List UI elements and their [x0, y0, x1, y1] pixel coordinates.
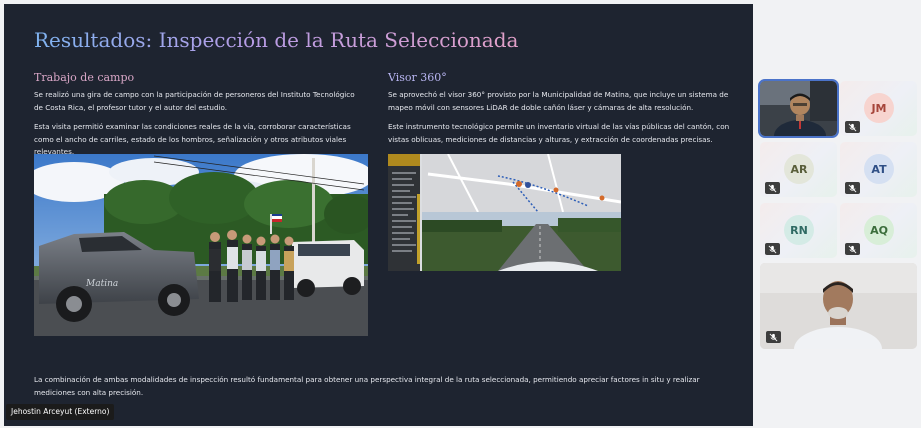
- participant-video-active[interactable]: [758, 79, 839, 138]
- conclusion-paragraph: La combinación de ambas modalidades de i…: [34, 375, 700, 397]
- presenter-name-tag: Jehostin Arceyut (Externo): [6, 404, 115, 420]
- visor-360-illustration: [388, 154, 621, 271]
- microphone-muted-icon: [845, 243, 860, 255]
- field-work-paragraph-2: Esta visita permitió examinar las condic…: [34, 122, 351, 156]
- shared-slide: Resultados: Inspección de la Ruta Selecc…: [4, 4, 753, 426]
- participant-tile-ar[interactable]: AR: [760, 142, 837, 197]
- visor-paragraph-2: Este instrumento tecnológico permite un …: [388, 122, 730, 144]
- field-work-heading: Trabajo de campo: [34, 71, 135, 84]
- participant-avatar: AT: [864, 154, 894, 184]
- visor-360-screenshot: [388, 154, 621, 271]
- participant-avatar: RN: [784, 215, 814, 245]
- participant-video-large[interactable]: [760, 263, 917, 349]
- microphone-muted-icon: [845, 182, 860, 194]
- truck-logo-text: Matina: [85, 279, 118, 289]
- microphone-muted-icon: [765, 182, 780, 194]
- microphone-muted-icon: [845, 121, 860, 133]
- participant-avatar: AR: [784, 154, 814, 184]
- meeting-stage: Resultados: Inspección de la Ruta Selecc…: [0, 0, 921, 428]
- visor-paragraph-1: Se aprovechó el visor 360° provisto por …: [388, 90, 729, 112]
- participant-avatar: AQ: [864, 215, 894, 245]
- field-trip-photo: Matina: [34, 154, 368, 336]
- microphone-muted-icon: [766, 331, 781, 343]
- participant-tile-rn[interactable]: RN: [760, 203, 837, 258]
- participant-tile-jm[interactable]: JM: [840, 81, 917, 136]
- participant-tile-aq[interactable]: AQ: [840, 203, 917, 258]
- microphone-muted-icon: [765, 243, 780, 255]
- field-work-paragraph-1: Se realizó una gira de campo con la part…: [34, 90, 355, 112]
- participant-avatar: JM: [864, 93, 894, 123]
- participant-video-feed: [760, 263, 917, 349]
- slide-title: Resultados: Inspección de la Ruta Selecc…: [34, 28, 519, 52]
- visor-heading: Visor 360°: [388, 71, 447, 84]
- participant-tile-at[interactable]: AT: [840, 142, 917, 197]
- participant-video-feed: [760, 81, 837, 136]
- field-trip-illustration: Matina: [34, 154, 368, 336]
